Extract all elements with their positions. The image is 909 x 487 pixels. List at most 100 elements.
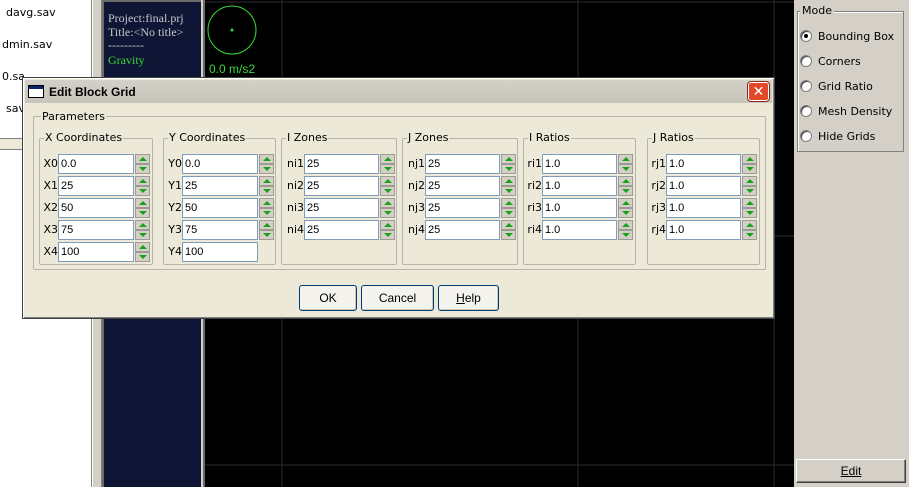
mode-option-bounding-box[interactable]: Bounding Box (800, 27, 894, 45)
rj3-spinner[interactable] (742, 197, 757, 218)
ni4-spinner[interactable] (380, 219, 395, 240)
x4-spinner[interactable] (135, 241, 150, 262)
spin-up-icon[interactable] (501, 175, 516, 186)
ok-button[interactable]: OK (299, 285, 357, 311)
ni2-spinner[interactable] (380, 175, 395, 196)
y2-spinner[interactable] (259, 197, 274, 218)
x3-spinner[interactable] (135, 219, 150, 240)
file-item[interactable]: davg.sav (6, 6, 56, 19)
spin-up-icon[interactable] (618, 175, 633, 186)
mode-option-mesh-density[interactable]: Mesh Density (800, 102, 892, 120)
ri2-spinner[interactable] (618, 175, 633, 196)
spin-down-icon[interactable] (259, 229, 274, 240)
y1-input[interactable]: 25 (182, 175, 258, 196)
spin-down-icon[interactable] (618, 207, 633, 218)
spin-up-icon[interactable] (618, 219, 633, 230)
spin-down-icon[interactable] (742, 163, 757, 174)
nj1-spinner[interactable] (501, 153, 516, 174)
x1-spinner[interactable] (135, 175, 150, 196)
spin-up-icon[interactable] (742, 175, 757, 186)
file-item[interactable]: dmin.sav (2, 38, 52, 51)
spin-up-icon[interactable] (742, 197, 757, 208)
spin-down-icon[interactable] (742, 185, 757, 196)
spin-up-icon[interactable] (135, 153, 150, 164)
y1-spinner[interactable] (259, 175, 274, 196)
nj2-spinner[interactable] (501, 175, 516, 196)
mode-option-grid-ratio[interactable]: Grid Ratio (800, 77, 873, 95)
y3-spinner[interactable] (259, 219, 274, 240)
spin-up-icon[interactable] (380, 175, 395, 186)
spin-down-icon[interactable] (135, 251, 150, 262)
spin-up-icon[interactable] (135, 241, 150, 252)
x0-spinner[interactable] (135, 153, 150, 174)
spin-up-icon[interactable] (135, 197, 150, 208)
spin-down-icon[interactable] (501, 163, 516, 174)
spin-down-icon[interactable] (501, 229, 516, 240)
spin-up-icon[interactable] (259, 219, 274, 230)
x4-input[interactable]: 100 (58, 241, 134, 262)
y2-input[interactable]: 50 (182, 197, 258, 218)
x2-input[interactable]: 50 (58, 197, 134, 218)
ri2-input[interactable]: 1.0 (542, 175, 617, 196)
spin-up-icon[interactable] (380, 197, 395, 208)
ni4-input[interactable]: 25 (304, 219, 379, 240)
spin-down-icon[interactable] (380, 229, 395, 240)
ri4-spinner[interactable] (618, 219, 633, 240)
nj2-input[interactable]: 25 (425, 175, 500, 196)
ri3-spinner[interactable] (618, 197, 633, 218)
spin-down-icon[interactable] (380, 163, 395, 174)
ni3-input[interactable]: 25 (304, 197, 379, 218)
rj3-input[interactable]: 1.0 (666, 197, 741, 218)
spin-down-icon[interactable] (259, 163, 274, 174)
spin-down-icon[interactable] (380, 207, 395, 218)
rj4-spinner[interactable] (742, 219, 757, 240)
spin-up-icon[interactable] (259, 153, 274, 164)
close-button[interactable]: ✕ (748, 82, 769, 101)
mode-option-hide-grids[interactable]: Hide Grids (800, 127, 875, 145)
ni1-spinner[interactable] (380, 153, 395, 174)
spin-down-icon[interactable] (135, 229, 150, 240)
x2-spinner[interactable] (135, 197, 150, 218)
spin-down-icon[interactable] (259, 207, 274, 218)
rj1-spinner[interactable] (742, 153, 757, 174)
y3-input[interactable]: 75 (182, 219, 258, 240)
cancel-button[interactable]: Cancel (361, 285, 434, 311)
spin-down-icon[interactable] (259, 185, 274, 196)
help-button[interactable]: Help (438, 285, 499, 311)
rj1-input[interactable]: 1.0 (666, 153, 741, 174)
spin-down-icon[interactable] (618, 163, 633, 174)
spin-down-icon[interactable] (742, 207, 757, 218)
spin-up-icon[interactable] (135, 219, 150, 230)
spin-down-icon[interactable] (618, 229, 633, 240)
ni3-spinner[interactable] (380, 197, 395, 218)
rj2-spinner[interactable] (742, 175, 757, 196)
ri4-input[interactable]: 1.0 (542, 219, 617, 240)
ri3-input[interactable]: 1.0 (542, 197, 617, 218)
ri1-input[interactable]: 1.0 (542, 153, 617, 174)
y4-input[interactable]: 100 (182, 241, 258, 262)
spin-up-icon[interactable] (742, 153, 757, 164)
nj4-input[interactable]: 25 (425, 219, 500, 240)
spin-down-icon[interactable] (135, 207, 150, 218)
spin-up-icon[interactable] (618, 197, 633, 208)
spin-up-icon[interactable] (259, 175, 274, 186)
x0-input[interactable]: 0.0 (58, 153, 134, 174)
spin-up-icon[interactable] (501, 197, 516, 208)
spin-up-icon[interactable] (380, 153, 395, 164)
y0-input[interactable]: 0.0 (182, 153, 258, 174)
spin-down-icon[interactable] (501, 207, 516, 218)
y0-spinner[interactable] (259, 153, 274, 174)
rj2-input[interactable]: 1.0 (666, 175, 741, 196)
nj4-spinner[interactable] (501, 219, 516, 240)
spin-down-icon[interactable] (135, 185, 150, 196)
mode-option-corners[interactable]: Corners (800, 52, 861, 70)
spin-up-icon[interactable] (618, 153, 633, 164)
ni2-input[interactable]: 25 (304, 175, 379, 196)
spin-down-icon[interactable] (380, 185, 395, 196)
spin-up-icon[interactable] (380, 219, 395, 230)
rj4-input[interactable]: 1.0 (666, 219, 741, 240)
nj1-input[interactable]: 25 (425, 153, 500, 174)
edit-button[interactable]: Edit (796, 459, 906, 483)
spin-up-icon[interactable] (259, 197, 274, 208)
x3-input[interactable]: 75 (58, 219, 134, 240)
